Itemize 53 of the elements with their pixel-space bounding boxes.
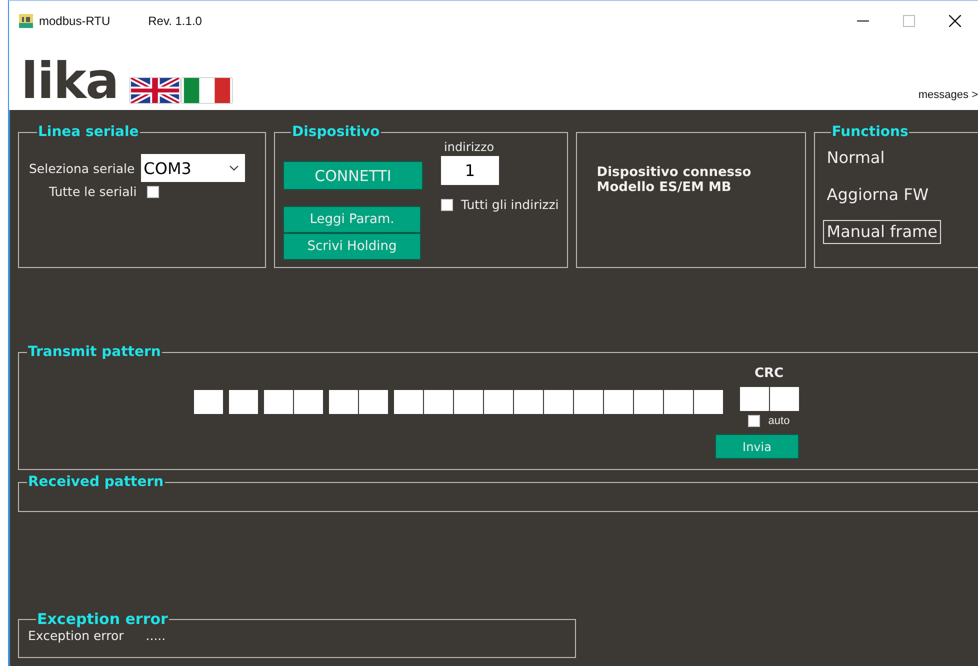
byte-field[interactable]	[194, 390, 223, 414]
panel-title: Dispositivo	[291, 124, 381, 140]
byte-field[interactable]	[634, 390, 663, 414]
all-ports-checkbox[interactable]	[146, 186, 159, 198]
messages-link[interactable]: messages >	[918, 89, 978, 101]
revision-label: Rev. 1.1.0	[148, 14, 202, 28]
auto-label: auto	[768, 415, 790, 427]
exception-value: .....	[146, 628, 166, 643]
panel-title: Exception error	[36, 610, 169, 628]
byte-field[interactable]	[264, 390, 293, 414]
all-addresses-checkbox[interactable]	[441, 198, 453, 210]
all-ports-label: Tutte le seriali	[49, 184, 137, 199]
byte-field[interactable]	[544, 390, 573, 414]
caret-icon	[228, 165, 239, 171]
panel-title: Received pattern	[27, 474, 165, 490]
crc-field[interactable]	[740, 387, 768, 411]
port-dropdown[interactable]: COM3	[140, 154, 245, 182]
function-item[interactable]: Manual frame	[822, 220, 942, 244]
all-addresses-label: Tutti gli indirizzi	[461, 197, 559, 212]
crc-field[interactable]	[770, 387, 798, 411]
port-label: Seleziona seriale	[29, 160, 135, 176]
byte-field[interactable]	[664, 390, 693, 414]
byte-field[interactable]	[229, 390, 258, 414]
app-icon	[19, 14, 33, 28]
function-item[interactable]: Aggiorna FW	[822, 183, 933, 207]
byte-field[interactable]	[454, 390, 483, 414]
byte-field[interactable]	[329, 390, 358, 414]
auto-checkbox[interactable]	[748, 415, 760, 427]
status-text: Modello ES/EM MB	[596, 180, 732, 195]
byte-field[interactable]	[604, 390, 633, 414]
panel-title: Linea seriale	[37, 124, 140, 140]
function-item[interactable]: Normal	[822, 146, 889, 170]
byte-field[interactable]	[514, 390, 543, 414]
exception-label: Exception error	[28, 628, 124, 643]
crc-label: CRC	[754, 366, 784, 381]
logo: lika	[21, 53, 118, 109]
address-field[interactable]: 1	[441, 156, 499, 185]
byte-field[interactable]	[484, 390, 513, 414]
maximize-icon[interactable]	[903, 15, 915, 27]
panel-title: Functions	[830, 124, 910, 140]
byte-field[interactable]	[359, 390, 388, 414]
byte-field[interactable]	[574, 390, 603, 414]
byte-field[interactable]	[694, 390, 723, 414]
byte-field[interactable]	[424, 390, 453, 414]
byte-field[interactable]	[394, 390, 423, 414]
italy-flag-icon[interactable]	[182, 78, 232, 103]
byte-field[interactable]	[294, 390, 323, 414]
status-text: Dispositivo connesso	[596, 165, 752, 180]
address-label: indirizzo	[444, 140, 494, 154]
uk-flag-icon[interactable]	[130, 78, 180, 103]
close-icon[interactable]	[949, 15, 961, 27]
app-title: modbus-RTU	[39, 14, 110, 28]
panel-title: Transmit pattern	[27, 344, 162, 360]
